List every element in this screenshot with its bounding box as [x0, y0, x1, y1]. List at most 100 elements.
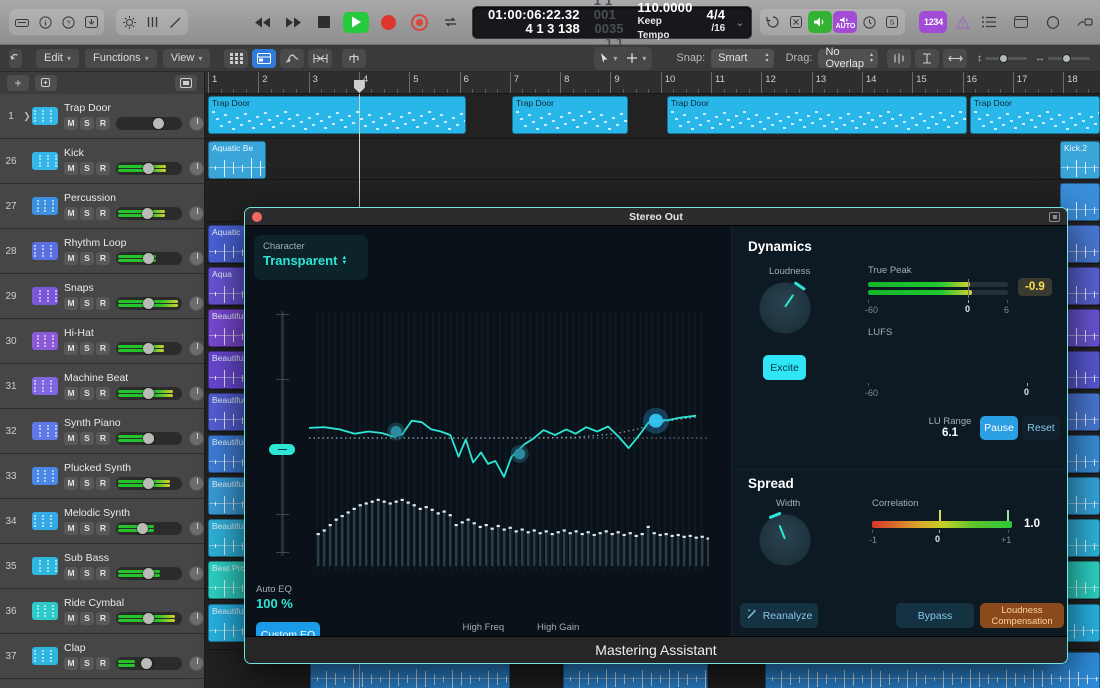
solo-button[interactable]: S [80, 296, 94, 310]
drag-select[interactable]: No Overlap ▴ ▾ [818, 46, 878, 70]
track-row[interactable]: 36 Ride Cymbal M S R [0, 589, 204, 634]
browser-icon[interactable] [1074, 11, 1096, 33]
track-row[interactable]: 29 Snaps M S R [0, 274, 204, 319]
width-knob[interactable] [759, 511, 811, 566]
stop-icon[interactable] [312, 11, 336, 33]
flex-time-icon[interactable] [887, 48, 911, 68]
add-track-icon[interactable]: + [7, 75, 29, 91]
track-view-icon[interactable] [252, 48, 277, 68]
track-row[interactable]: 26 Kick M S R [0, 139, 204, 184]
pan-knob[interactable] [189, 115, 204, 131]
global-tracks-icon[interactable] [175, 75, 197, 91]
record-button[interactable]: R [96, 476, 110, 490]
help-icon[interactable]: ? [57, 11, 79, 33]
track-icon[interactable] [32, 287, 58, 305]
close-icon[interactable] [252, 212, 262, 222]
solo-button[interactable]: S [80, 521, 94, 535]
record-button[interactable]: R [96, 656, 110, 670]
solo-button[interactable]: S [80, 206, 94, 220]
mute-button[interactable]: M [64, 521, 78, 535]
volume-fader[interactable] [116, 386, 182, 400]
character-value-row[interactable]: Transparent ▲ ▼ [263, 253, 359, 268]
stepper-icon[interactable]: ▲ ▼ [341, 255, 347, 266]
mute-button[interactable]: M [64, 476, 78, 490]
solo-button[interactable]: S [80, 386, 94, 400]
volume-fader[interactable] [116, 116, 182, 130]
fade-icon[interactable] [915, 48, 939, 68]
mute-button[interactable]: M [64, 341, 78, 355]
pan-knob[interactable] [189, 430, 204, 446]
reset-button[interactable]: Reset [1022, 416, 1060, 440]
solo-button[interactable]: S [80, 116, 94, 130]
record-icon[interactable] [376, 11, 400, 33]
pan-knob[interactable] [189, 250, 204, 266]
track-row[interactable]: 33 Plucked Synth M S R [0, 454, 204, 499]
solo-button[interactable]: S [80, 431, 94, 445]
eq-curve-graph[interactable] [309, 311, 709, 571]
lane-trap-door[interactable]: Trap Door Trap Door Trap Door Trap Door [205, 94, 1100, 139]
track-icon[interactable] [32, 467, 58, 485]
vertical-zoom-slider[interactable]: ↕ [977, 53, 1027, 64]
track-icon[interactable] [32, 557, 58, 575]
track-row[interactable]: 38FillMSR [0, 679, 204, 688]
region[interactable]: Kick.2 [1060, 141, 1100, 179]
excite-button[interactable]: Excite [763, 355, 806, 380]
menu-view[interactable]: View ▾ [162, 48, 211, 68]
pan-knob[interactable] [189, 565, 204, 581]
mute-button[interactable]: M [64, 566, 78, 580]
mute-button[interactable]: M [64, 431, 78, 445]
pan-knob[interactable] [189, 475, 204, 491]
pan-knob[interactable] [189, 610, 204, 626]
cycle-icon[interactable] [438, 11, 462, 33]
marquee-tool[interactable]: ▾ [622, 49, 650, 68]
volume-fader[interactable] [116, 431, 182, 445]
brightness-icon[interactable] [118, 11, 140, 33]
volume-fader[interactable] [116, 161, 182, 175]
mute-button[interactable]: M [64, 386, 78, 400]
inspector-icon[interactable] [11, 11, 33, 33]
solo-button[interactable]: S [80, 656, 94, 670]
menu-edit[interactable]: Edit ▾ [36, 48, 79, 68]
track-icon[interactable] [32, 242, 58, 260]
metronome-icon[interactable] [858, 11, 880, 33]
track-disclosure-icon[interactable]: ❯ [22, 111, 32, 122]
plugin-window[interactable]: Stereo Out Character Transparent ▲ ▼ Aut… [244, 207, 1068, 664]
edit-icon[interactable] [164, 11, 186, 33]
eq-amount-slider-track[interactable] [281, 311, 284, 556]
pan-knob[interactable] [189, 340, 204, 356]
eq-amount-slider-handle[interactable] [269, 444, 295, 455]
solo-button[interactable]: S [80, 566, 94, 580]
record-button[interactable]: R [96, 161, 110, 175]
track-row[interactable]: 35 Sub Bass M S R [0, 544, 204, 589]
capture-icon[interactable] [407, 11, 431, 33]
track-icon[interactable] [32, 107, 58, 125]
character-selector[interactable]: Character Transparent ▲ ▼ [254, 235, 368, 280]
pause-button[interactable]: Pause [980, 416, 1018, 440]
lcd-signature-group[interactable]: 4/4 /16 [700, 8, 733, 36]
mute-button[interactable]: M [64, 161, 78, 175]
auto-eq-readout[interactable]: Auto EQ 100 % [256, 584, 293, 611]
mute-button[interactable]: M [64, 296, 78, 310]
lcd-position[interactable]: 01:00:06:22.32 4 1 3 138 [481, 8, 587, 36]
list-icon[interactable] [978, 11, 1000, 33]
track-row[interactable]: 28 Rhythm Loop M S R [0, 229, 204, 274]
true-peak-value[interactable]: -0.9 [1018, 278, 1052, 296]
track-icon[interactable] [32, 332, 58, 350]
volume-fader[interactable] [116, 476, 182, 490]
lcd-tempo-group[interactable]: 110.0000 Keep Tempo [630, 1, 699, 42]
lcd-display[interactable]: 01:00:06:22.32 4 1 3 138 0033 1 1 001 00… [472, 0, 753, 64]
solo-icon[interactable]: S [881, 11, 903, 33]
mute-button[interactable]: M [64, 656, 78, 670]
region[interactable]: Trap Door [208, 96, 466, 134]
track-row[interactable]: 27 Percussion M S R [0, 184, 204, 229]
volume-fader[interactable] [116, 341, 182, 355]
track-row[interactable]: 32 Synth Piano M S R [0, 409, 204, 454]
pan-knob[interactable] [189, 655, 204, 671]
track-icon[interactable] [32, 602, 58, 620]
volume-fader[interactable] [116, 611, 182, 625]
region[interactable]: Trap Door [667, 96, 967, 134]
menu-functions[interactable]: Functions ▾ [84, 48, 157, 68]
bypass-button[interactable]: Bypass [896, 603, 974, 628]
speaker-icon[interactable] [808, 11, 833, 33]
loops-icon[interactable] [1042, 11, 1064, 33]
